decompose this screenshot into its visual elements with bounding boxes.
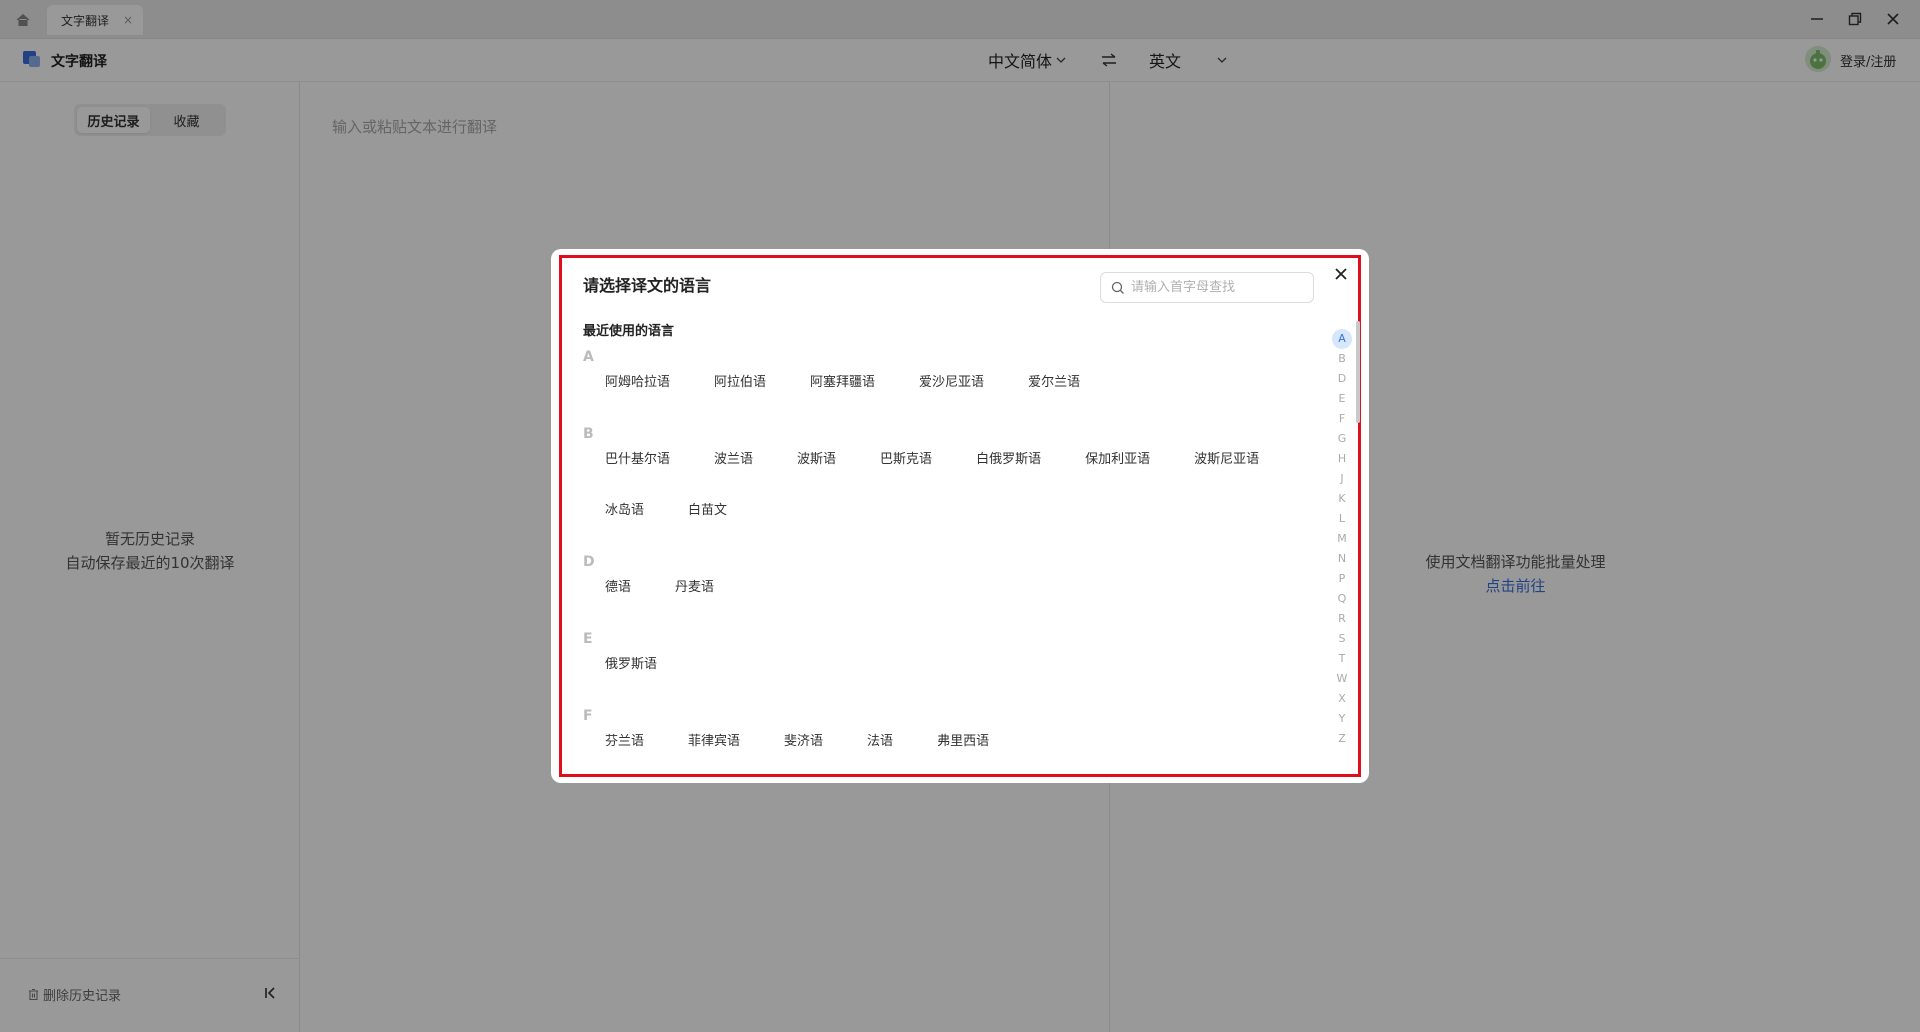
language-list: A 阿姆哈拉语 阿拉伯语 阿塞拜疆语 爱沙尼亚语 爱尔兰语 B 巴什基尔语 波兰语 波斯语 巴斯克语… bbox=[583, 344, 1323, 769]
language-option[interactable]: 阿拉伯语 bbox=[692, 370, 788, 421]
alphabet-letter-g[interactable]: G bbox=[1332, 429, 1352, 449]
language-search-input[interactable] bbox=[1131, 280, 1301, 295]
language-option[interactable]: 丹麦语 bbox=[653, 575, 736, 626]
app-window: 文字翻译 × 文字翻译 中文简体 英文 登录/注册 历史记录 收藏 暂无历史记录… bbox=[0, 0, 1920, 1032]
search-icon bbox=[1111, 281, 1124, 294]
alphabet-letter-d[interactable]: D bbox=[1332, 369, 1352, 389]
language-group-d: D 德语 丹麦语 bbox=[583, 549, 1323, 626]
language-option[interactable]: 波斯尼亚语 bbox=[1172, 447, 1281, 498]
alphabet-letter-w[interactable]: W bbox=[1332, 669, 1352, 689]
language-group-letter: E bbox=[583, 631, 593, 647]
alphabet-letter-x[interactable]: X bbox=[1332, 689, 1352, 709]
language-group-e: E 俄罗斯语 bbox=[583, 626, 1323, 703]
language-group-b: B 巴什基尔语 波兰语 波斯语 巴斯克语 白俄罗斯语 保加利亚语 波斯尼亚语冰岛语 白苗文 bbox=[583, 421, 1323, 549]
alphabet-letter-e[interactable]: E bbox=[1332, 389, 1352, 409]
alphabet-letter-n[interactable]: N bbox=[1332, 549, 1352, 569]
target-language-dialog: 请选择译文的语言 最近使用的语言 A 阿姆哈拉语阿拉伯语阿塞拜疆语爱沙尼亚语爱尔兰… bbox=[551, 249, 1369, 783]
alphabet-letter-y[interactable]: Y bbox=[1332, 709, 1352, 729]
close-icon bbox=[1335, 268, 1347, 280]
language-option[interactable]: 波兰语 bbox=[692, 447, 775, 498]
scrollbar-thumb[interactable] bbox=[1356, 321, 1360, 423]
language-option[interactable]: 德语 bbox=[583, 575, 653, 626]
language-option[interactable]: 波斯语 bbox=[775, 447, 858, 498]
alphabet-letter-r[interactable]: R bbox=[1332, 609, 1352, 629]
dialog-title: 请选择译文的语言 bbox=[583, 276, 712, 295]
language-option[interactable]: 斐济语 bbox=[762, 729, 845, 769]
dialog-close-button[interactable] bbox=[1330, 263, 1352, 285]
language-option[interactable]: 巴斯克语 bbox=[858, 447, 954, 498]
language-option[interactable]: 白俄罗斯语 bbox=[954, 447, 1063, 498]
alphabet-letter-b[interactable]: B bbox=[1332, 349, 1352, 369]
alphabet-letter-s[interactable]: S bbox=[1332, 629, 1352, 649]
language-group-a: A 阿姆哈拉语 阿拉伯语 阿塞拜疆语 爱沙尼亚语 爱尔兰语 bbox=[583, 344, 1323, 421]
language-row: 德语 丹麦语 bbox=[583, 575, 1323, 626]
alphabet-letter-p[interactable]: P bbox=[1332, 569, 1352, 589]
language-option[interactable]: 弗里西语 bbox=[915, 729, 1011, 769]
alphabet-letter-k[interactable]: K bbox=[1332, 489, 1352, 509]
alphabet-letter-f[interactable]: F bbox=[1332, 409, 1352, 429]
language-group-letter: A bbox=[583, 349, 594, 365]
alphabet-letter-a[interactable]: A bbox=[1332, 329, 1352, 349]
alphabet-letter-l[interactable]: L bbox=[1332, 509, 1352, 529]
language-option[interactable]: 菲律宾语 bbox=[666, 729, 762, 769]
alphabet-letter-q[interactable]: Q bbox=[1332, 589, 1352, 609]
language-group-letter: F bbox=[583, 708, 593, 724]
language-row: 巴什基尔语 波兰语 波斯语 巴斯克语 白俄罗斯语 保加利亚语 波斯尼亚语冰岛语 白苗文 bbox=[583, 447, 1323, 549]
language-list-scrollbar[interactable] bbox=[1356, 321, 1360, 761]
language-option[interactable]: 法语 bbox=[845, 729, 915, 769]
alphabet-letter-t[interactable]: T bbox=[1332, 649, 1352, 669]
language-row: 芬兰语 菲律宾语 斐济语 法语 弗里西语 bbox=[583, 729, 1323, 769]
alphabet-letter-z[interactable]: Z bbox=[1332, 729, 1352, 749]
language-row: 俄罗斯语 bbox=[583, 652, 1323, 703]
alphabet-letter-h[interactable]: H bbox=[1332, 449, 1352, 469]
language-option[interactable]: 俄罗斯语 bbox=[583, 652, 679, 703]
language-option[interactable]: 芬兰语 bbox=[583, 729, 666, 769]
language-option[interactable]: 爱尔兰语 bbox=[1006, 370, 1102, 421]
language-group-f: F 芬兰语 菲律宾语 斐济语 法语 弗里西语 bbox=[583, 703, 1323, 769]
language-option[interactable]: 白苗文 bbox=[666, 498, 749, 549]
alphabet-letter-m[interactable]: M bbox=[1332, 529, 1352, 549]
language-row: 阿姆哈拉语 阿拉伯语 阿塞拜疆语 爱沙尼亚语 爱尔兰语 bbox=[583, 370, 1323, 421]
recent-languages-title: 最近使用的语言 bbox=[583, 324, 675, 339]
language-option[interactable]: 阿姆哈拉语 bbox=[583, 370, 692, 421]
language-option[interactable]: 爱沙尼亚语 bbox=[897, 370, 1006, 421]
language-option[interactable]: 巴什基尔语 bbox=[583, 447, 692, 498]
language-group-letter: B bbox=[583, 426, 594, 442]
language-search-box[interactable] bbox=[1100, 272, 1314, 303]
language-option[interactable]: 保加利亚语 bbox=[1063, 447, 1172, 498]
alphabet-index: ABDEFGHJKLMNPQRSTWXYZ bbox=[1332, 329, 1354, 749]
alphabet-letter-j[interactable]: J bbox=[1332, 469, 1352, 489]
language-group-letter: D bbox=[583, 554, 595, 570]
language-option[interactable]: 阿塞拜疆语 bbox=[788, 370, 897, 421]
language-option[interactable]: 冰岛语 bbox=[583, 498, 666, 549]
